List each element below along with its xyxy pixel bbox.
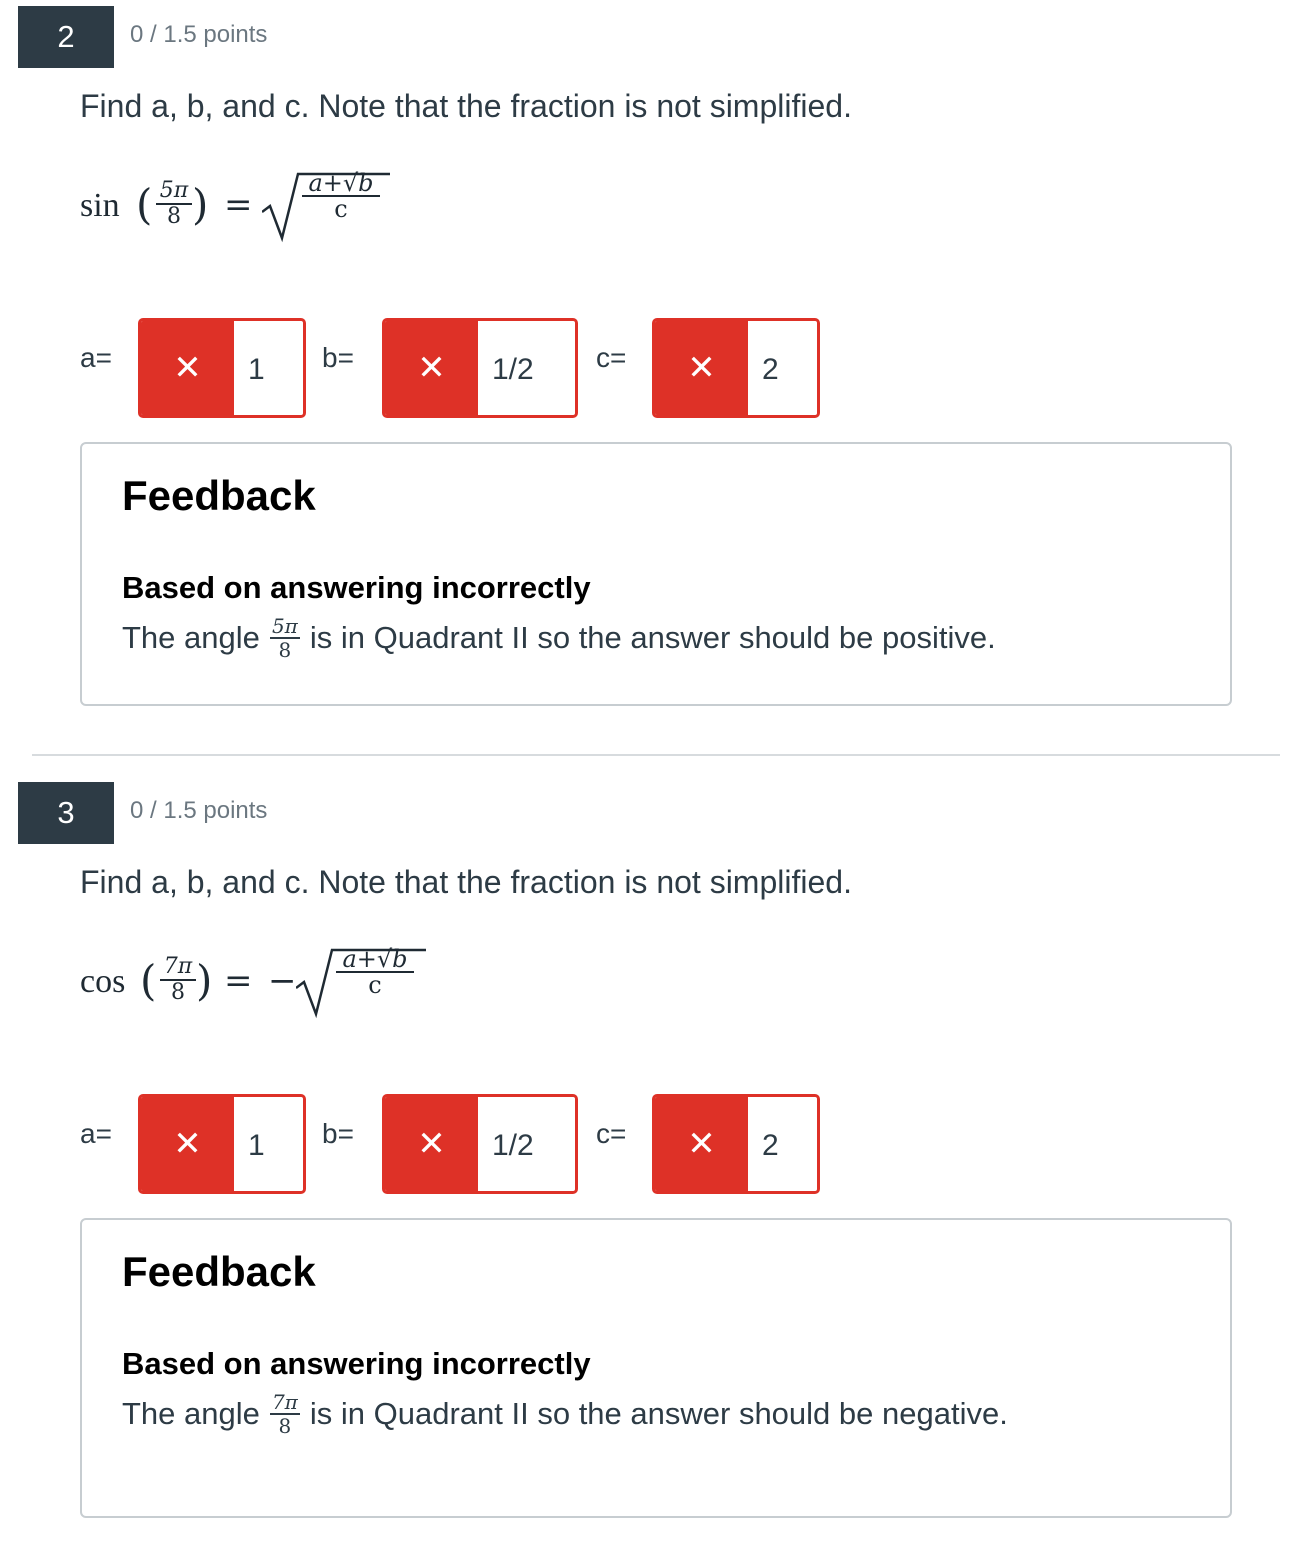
answer-field-a[interactable]: ✕ 1	[138, 318, 306, 418]
feedback-text-before: The angle	[122, 1396, 260, 1431]
answer-value[interactable]: 2	[748, 321, 817, 415]
angle-numerator: 5π	[271, 614, 298, 638]
answer-field-c[interactable]: ✕ 2	[652, 318, 820, 418]
feedback-panel: Feedback Based on answering incorrectly …	[80, 442, 1232, 706]
feedback-text-after: is in Quadrant II so the answer should b…	[309, 1396, 1008, 1431]
answer-value[interactable]: 1	[234, 1097, 303, 1191]
answer-label-a: a=	[80, 342, 112, 373]
feedback-text-after: is in Quadrant II so the answer should b…	[309, 620, 996, 655]
answer-label-c: c=	[596, 342, 627, 373]
trig-function: sin	[80, 187, 120, 224]
radicand-denominator: c	[368, 971, 382, 999]
angle-denominator: 8	[278, 638, 292, 662]
angle-fraction: 5π 8	[156, 180, 192, 228]
answer-label-b: b=	[322, 342, 354, 373]
angle-numerator: 7π	[163, 954, 193, 979]
radicand-fraction: a+√b c	[336, 945, 414, 999]
answer-row: a= ✕ 1 b= ✕ 1/2 c= ✕ 2	[0, 1094, 1310, 1194]
answer-label-a: a=	[80, 1118, 112, 1149]
points-label: 0 / 1.5 points	[130, 21, 268, 48]
left-paren: (	[140, 956, 157, 1005]
question-2: 2 0 / 1.5 points Find a, b, and c. Note …	[0, 0, 1310, 776]
question-prompt: Find a, b, and c. Note that the fraction…	[80, 864, 852, 900]
angle-fraction: 7π 8	[160, 956, 196, 1004]
answer-value[interactable]: 1	[234, 321, 303, 415]
answer-row: a= ✕ 1 b= ✕ 1/2 c= ✕ 2	[0, 318, 1310, 418]
feedback-text-before: The angle	[122, 620, 260, 655]
question-3: 3 0 / 1.5 points Find a, b, and c. Note …	[0, 776, 1310, 1552]
close-icon: ✕	[141, 321, 234, 415]
feedback-subheading: Based on answering incorrectly	[122, 570, 591, 605]
angle-numerator: 5π	[159, 178, 189, 203]
angle-denominator: 8	[171, 980, 185, 1005]
answer-field-c[interactable]: ✕ 2	[652, 1094, 820, 1194]
angle-denominator: 8	[278, 1414, 292, 1438]
close-icon: ✕	[655, 321, 748, 415]
close-icon: ✕	[385, 321, 478, 415]
answer-label-c: c=	[596, 1118, 627, 1149]
equals-sign: =	[224, 185, 253, 225]
answer-field-b[interactable]: ✕ 1/2	[382, 1094, 578, 1194]
radicand-denominator: c	[334, 195, 348, 223]
minus-sign: −	[268, 961, 297, 1001]
question-number-badge: 3	[18, 782, 114, 844]
angle-fraction: 7π 8	[269, 1390, 300, 1438]
angle-denominator: 8	[167, 204, 181, 229]
answer-value[interactable]: 2	[748, 1097, 817, 1191]
feedback-text: The angle 7π 8 is in Quadrant II so the …	[122, 1392, 1008, 1436]
answer-field-a[interactable]: ✕ 1	[138, 1094, 306, 1194]
trig-function: cos	[80, 963, 126, 1000]
answer-value[interactable]: 1/2	[478, 1097, 575, 1191]
answer-label-b: b=	[322, 1118, 354, 1149]
close-icon: ✕	[655, 1097, 748, 1191]
close-icon: ✕	[141, 1097, 234, 1191]
feedback-text: The angle 5π 8 is in Quadrant II so the …	[122, 616, 996, 660]
feedback-subheading: Based on answering incorrectly	[122, 1346, 591, 1381]
question-prompt: Find a, b, and c. Note that the fraction…	[80, 88, 852, 124]
right-paren: )	[192, 180, 209, 229]
angle-numerator: 7π	[271, 1390, 298, 1414]
radicand-numerator: a+√b	[308, 169, 374, 197]
right-paren: )	[196, 956, 213, 1005]
feedback-heading: Feedback	[122, 1248, 316, 1295]
radicand-fraction: a+√b c	[302, 169, 380, 223]
points-label: 0 / 1.5 points	[130, 797, 268, 824]
answer-field-b[interactable]: ✕ 1/2	[382, 318, 578, 418]
close-icon: ✕	[385, 1097, 478, 1191]
answer-value[interactable]: 1/2	[478, 321, 575, 415]
angle-fraction: 5π 8	[269, 614, 300, 662]
feedback-heading: Feedback	[122, 472, 316, 519]
equals-sign: =	[224, 961, 253, 1001]
feedback-panel: Feedback Based on answering incorrectly …	[80, 1218, 1232, 1518]
radicand-numerator: a+√b	[342, 945, 408, 973]
question-number-badge: 2	[18, 6, 114, 68]
question-divider	[32, 754, 1280, 756]
left-paren: (	[136, 180, 153, 229]
